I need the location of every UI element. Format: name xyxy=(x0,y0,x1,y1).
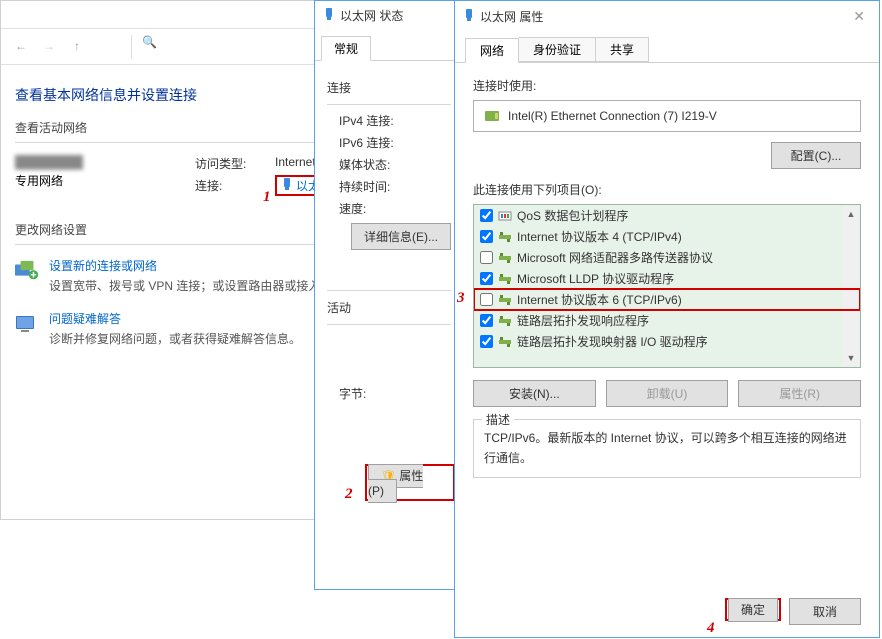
ok-button[interactable]: 确定 xyxy=(728,598,778,622)
link-new-connection[interactable]: 设置新的连接或网络 xyxy=(49,257,344,274)
access-type-value: Internet xyxy=(275,155,316,172)
ethernet-properties-window: 以太网 属性 ✕ 网络 身份验证 共享 连接时使用: Intel(R) Ethe… xyxy=(454,0,880,638)
protocol-label: Internet 协议版本 4 (TCP/IPv4) xyxy=(517,228,854,245)
qos-icon xyxy=(498,209,512,223)
fwd-arrow-icon[interactable]: → xyxy=(35,35,63,59)
back-arrow-icon[interactable]: ← xyxy=(7,35,35,59)
connect-using-label: 连接时使用: xyxy=(473,77,861,94)
access-type-label: 访问类型: xyxy=(195,155,275,172)
items-label: 此连接使用下列项目(O): xyxy=(473,181,861,198)
section-activity: 活动 xyxy=(327,299,455,316)
new-connection-icon xyxy=(15,259,39,283)
protocol-label: QoS 数据包计划程序 xyxy=(517,207,854,224)
tab-share[interactable]: 共享 xyxy=(596,37,649,62)
protocol-item[interactable]: Internet 协议版本 6 (TCP/IPv6) xyxy=(474,289,860,310)
protocol-item[interactable]: Internet 协议版本 4 (TCP/IPv4) xyxy=(474,226,860,247)
protocol-label: Internet 协议版本 6 (TCP/IPv6) xyxy=(517,291,854,308)
ethernet-icon xyxy=(463,8,475,25)
configure-button[interactable]: 配置(C)... xyxy=(771,142,861,169)
link-new-desc: 设置宽带、拨号或 VPN 连接；或设置路由器或接入点。 xyxy=(49,277,344,296)
cancel-button[interactable]: 取消 xyxy=(789,598,861,625)
item-properties-button[interactable]: 属性(R) xyxy=(738,380,861,407)
annotation-4: 4 xyxy=(707,620,715,637)
protocol-label: Microsoft LLDP 协议驱动程序 xyxy=(517,270,854,287)
troubleshoot-icon xyxy=(15,312,39,336)
props-titlebar: 以太网 属性 ✕ xyxy=(455,1,879,31)
annotation-3: 3 xyxy=(457,290,465,307)
network-type: 专用网络 xyxy=(15,172,165,189)
ipv6-label: IPv6 连接: xyxy=(339,134,429,151)
properties-button[interactable]: 🛡属性(P) xyxy=(368,464,423,503)
ethernet-status-window: 以太网 状态 常规 连接 IPv4 连接: IPv6 连接: 媒体状态: 持续时… xyxy=(314,0,464,590)
media-label: 媒体状态: xyxy=(339,156,429,173)
tab-general[interactable]: 常规 xyxy=(321,36,371,61)
protocol-item[interactable]: Microsoft 网络适配器多路传送器协议 xyxy=(474,247,860,268)
annotation-2: 2 xyxy=(345,486,353,503)
up-arrow-icon[interactable]: ↑ xyxy=(63,35,91,59)
scroll-down-icon[interactable]: ▼ xyxy=(843,350,859,366)
protocol-item[interactable]: 链路层拓扑发现响应程序 xyxy=(474,310,860,331)
ipv4-label: IPv4 连接: xyxy=(339,112,429,129)
close-button[interactable]: ✕ xyxy=(847,8,871,25)
props-title-text: 以太网 属性 xyxy=(480,8,543,25)
description-legend: 描述 xyxy=(482,411,514,428)
protocol-label: Microsoft 网络适配器多路传送器协议 xyxy=(517,249,854,266)
protocol-checkbox[interactable] xyxy=(480,272,493,285)
protocol-icon xyxy=(498,230,512,244)
protocol-label: 链路层拓扑发现响应程序 xyxy=(517,312,854,329)
speed-label: 速度: xyxy=(339,200,429,217)
tab-network[interactable]: 网络 xyxy=(465,38,519,63)
annotation-1: 1 xyxy=(263,189,271,206)
protocol-label: 链路层拓扑发现映射器 I/O 驱动程序 xyxy=(517,333,854,350)
nic-icon xyxy=(484,108,500,124)
protocol-checkbox[interactable] xyxy=(480,293,493,306)
bytes-label: 字节: xyxy=(339,385,429,402)
protocol-icon xyxy=(498,293,512,307)
protocol-item[interactable]: Microsoft LLDP 协议驱动程序 xyxy=(474,268,860,289)
protocol-item[interactable]: 链路层拓扑发现映射器 I/O 驱动程序 xyxy=(474,331,860,352)
protocol-item[interactable]: QoS 数据包计划程序 xyxy=(474,205,860,226)
status-titlebar: 以太网 状态 xyxy=(315,1,463,29)
adapter-field: Intel(R) Ethernet Connection (7) I219-V xyxy=(473,100,861,132)
protocol-icon xyxy=(498,272,512,286)
status-title-text: 以太网 状态 xyxy=(340,7,403,24)
ethernet-icon xyxy=(281,177,293,194)
protocol-checkbox[interactable] xyxy=(480,335,493,348)
protocol-listbox[interactable]: ▲ ▼ QoS 数据包计划程序Internet 协议版本 4 (TCP/IPv4… xyxy=(473,204,861,368)
status-tab-strip: 常规 xyxy=(315,29,463,61)
ethernet-icon xyxy=(323,7,335,24)
link-troubleshoot[interactable]: 问题疑难解答 xyxy=(49,310,301,327)
protocol-checkbox[interactable] xyxy=(480,314,493,327)
link-troubleshoot-desc: 诊断并修复网络问题，或者获得疑难解答信息。 xyxy=(49,330,301,349)
adapter-name: Intel(R) Ethernet Connection (7) I219-V xyxy=(508,109,717,123)
protocol-checkbox[interactable] xyxy=(480,209,493,222)
blurred-network-name: ████████ xyxy=(15,155,165,169)
uninstall-button[interactable]: 卸载(U) xyxy=(606,380,729,407)
install-button[interactable]: 安装(N)... xyxy=(473,380,596,407)
protocol-checkbox[interactable] xyxy=(480,251,493,264)
description-group: 描述 TCP/IPv6。最新版本的 Internet 协议，可以跨多个相互连接的… xyxy=(473,419,861,478)
details-button[interactable]: 详细信息(E)... xyxy=(351,223,451,250)
section-connection: 连接 xyxy=(327,79,455,96)
protocol-icon xyxy=(498,335,512,349)
protocol-icon xyxy=(498,314,512,328)
props-tab-strip: 网络 身份验证 共享 xyxy=(455,31,879,63)
search-icon[interactable]: 🔍 xyxy=(131,35,155,59)
description-text: TCP/IPv6。最新版本的 Internet 协议，可以跨多个相互连接的网络进… xyxy=(484,428,850,469)
protocol-icon xyxy=(498,251,512,265)
duration-label: 持续时间: xyxy=(339,178,429,195)
shield-icon: 🛡 xyxy=(381,469,396,483)
tab-auth[interactable]: 身份验证 xyxy=(519,37,596,62)
protocol-checkbox[interactable] xyxy=(480,230,493,243)
